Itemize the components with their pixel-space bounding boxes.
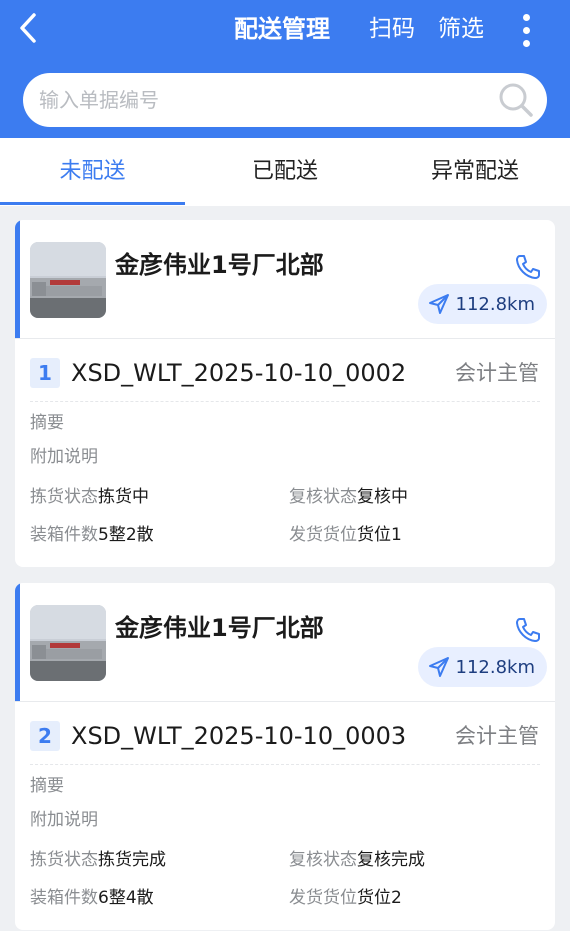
divider <box>15 338 555 339</box>
distance-value: 112.8km <box>455 293 536 315</box>
tab-bar: 未配送 已配送 异常配送 <box>0 138 570 206</box>
note-label: 附加说明 <box>30 447 98 467</box>
summary-label: 摘要 <box>30 413 64 433</box>
active-tab-indicator <box>0 202 185 205</box>
order-index-badge: 1 <box>30 358 60 388</box>
dashed-divider <box>30 764 540 765</box>
card-header: 金彦伟业1号厂北部 112.8km <box>15 583 555 701</box>
pick-status-value: 拣货中 <box>98 487 149 507</box>
dashed-divider <box>30 401 540 402</box>
box-count-field: 装箱件数5整2散 <box>30 525 154 545</box>
ship-slot-field: 发货货位货位2 <box>289 888 402 908</box>
top-bar: 配送管理 扫码 筛选 <box>0 0 570 138</box>
filter-button[interactable]: 筛选 <box>438 12 484 46</box>
pick-status-value: 拣货完成 <box>98 850 166 870</box>
card-accent <box>15 220 20 338</box>
distance-chip[interactable]: 112.8km <box>417 647 547 687</box>
back-button[interactable] <box>8 8 48 48</box>
order-number[interactable]: XSD_WLT_2025-10-10_0003 <box>71 719 406 753</box>
distance-chip[interactable]: 112.8km <box>417 284 547 324</box>
tab-undelivered[interactable]: 未配送 <box>0 138 185 206</box>
tab-delivered[interactable]: 已配送 <box>190 138 380 206</box>
review-status-field: 复核状态复核中 <box>289 487 408 507</box>
ship-slot-value: 货位1 <box>357 525 402 545</box>
tab-abnormal[interactable]: 异常配送 <box>380 138 570 206</box>
phone-icon[interactable] <box>513 252 543 282</box>
box-count-field: 装箱件数6整4散 <box>30 888 154 908</box>
pick-status-field: 拣货状态拣货中 <box>30 487 149 507</box>
navigation-icon <box>428 657 449 677</box>
more-menu-icon[interactable] <box>512 10 540 50</box>
card-accent <box>15 583 20 701</box>
box-count-value: 5整2散 <box>98 525 154 545</box>
order-card[interactable]: 金彦伟业1号厂北部 112.8km 1 XSD_WLT_2025-10-10_0… <box>15 220 555 567</box>
chevron-left-icon <box>20 13 36 43</box>
page-title: 配送管理 <box>234 15 330 43</box>
search-input[interactable] <box>39 73 499 127</box>
navigation-icon <box>428 294 449 314</box>
shop-photo <box>30 242 106 318</box>
phone-icon[interactable] <box>513 615 543 645</box>
review-status-value: 复核中 <box>357 487 408 507</box>
ship-slot-value: 货位2 <box>357 888 402 908</box>
scan-button[interactable]: 扫码 <box>369 12 415 46</box>
order-role: 会计主管 <box>455 724 539 748</box>
divider <box>15 701 555 702</box>
summary-label: 摘要 <box>30 776 64 796</box>
box-count-value: 6整4散 <box>98 888 154 908</box>
card-header: 金彦伟业1号厂北部 112.8km <box>15 220 555 338</box>
order-role: 会计主管 <box>455 361 539 385</box>
pick-status-field: 拣货状态拣货完成 <box>30 850 166 870</box>
order-card[interactable]: 金彦伟业1号厂北部 112.8km 2 XSD_WLT_2025-10-10_0… <box>15 583 555 930</box>
review-status-value: 复核完成 <box>357 850 425 870</box>
shop-name: 金彦伟业1号厂北部 <box>115 614 324 642</box>
ship-slot-field: 发货货位货位1 <box>289 525 402 545</box>
search-icon[interactable] <box>497 81 535 119</box>
shop-name: 金彦伟业1号厂北部 <box>115 251 324 279</box>
distance-value: 112.8km <box>455 656 536 678</box>
order-number[interactable]: XSD_WLT_2025-10-10_0002 <box>71 356 406 390</box>
search-bar <box>23 73 547 127</box>
review-status-field: 复核状态复核完成 <box>289 850 425 870</box>
shop-photo <box>30 605 106 681</box>
order-index-badge: 2 <box>30 721 60 751</box>
note-label: 附加说明 <box>30 810 98 830</box>
